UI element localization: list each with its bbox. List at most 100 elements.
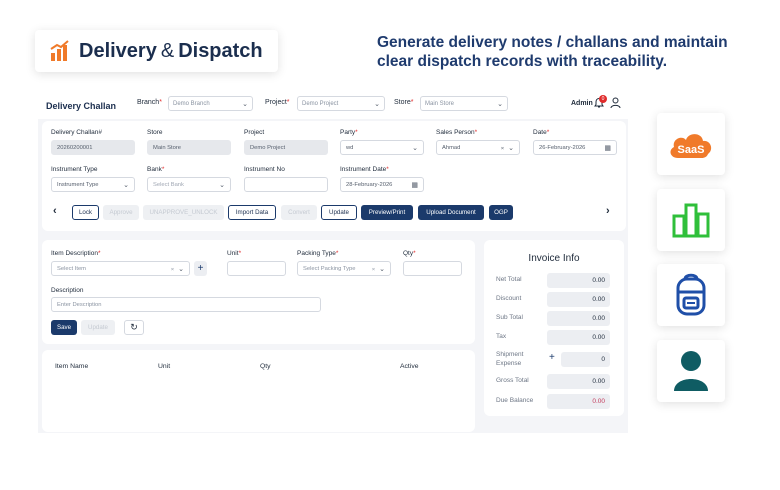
- backpack-card: [657, 264, 725, 326]
- form-store-field: Main Store: [147, 140, 231, 155]
- gross-total-label: Gross Total: [496, 377, 529, 384]
- form-project-field: Demo Project: [244, 140, 328, 155]
- import-data-button[interactable]: Import Data: [228, 205, 276, 220]
- tagline-line-2: clear dispatch records with traceability…: [377, 53, 668, 70]
- user-card: [657, 340, 725, 402]
- scroll-right-icon[interactable]: ›: [606, 205, 610, 217]
- chart-logo-icon: [50, 40, 69, 61]
- ogp-button[interactable]: OGP: [489, 205, 513, 220]
- person-icon: [674, 351, 708, 391]
- hero-tagline: Generate delivery notes / challans and m…: [377, 33, 757, 71]
- tax-label: Tax: [496, 333, 507, 340]
- qty-label: Qty*: [403, 250, 416, 257]
- saas-cloud-icon: SaaS: [670, 134, 712, 158]
- hero-title-card: Delivery & Dispatch: [35, 30, 278, 72]
- project-label: Project*: [265, 99, 290, 106]
- due-balance-label: Due Balance: [496, 397, 534, 404]
- chevron-down-icon: ⌄: [178, 265, 184, 273]
- backpack-icon: [676, 273, 706, 316]
- instrument-date-label: Instrument Date*: [340, 166, 389, 173]
- tagline-line-1: Generate delivery notes / challans and m…: [377, 34, 728, 51]
- user-icon[interactable]: [610, 97, 621, 109]
- convert-button[interactable]: Convert: [281, 205, 317, 220]
- store-select[interactable]: Main Store ⌄: [420, 96, 508, 111]
- packing-type-label: Packing Type*: [297, 250, 339, 257]
- shipment-expense-label: Shipment Expense: [496, 351, 524, 367]
- upload-document-button[interactable]: Upload Document: [418, 205, 484, 220]
- unit-input[interactable]: [227, 261, 286, 276]
- chevron-down-icon: ⌄: [374, 100, 380, 108]
- date-label: Date*: [533, 129, 550, 136]
- discount-label: Discount: [496, 295, 522, 302]
- column-header-qty: Qty: [260, 363, 271, 370]
- form-project-label: Project: [244, 129, 265, 136]
- chevron-down-icon: ⌄: [219, 181, 225, 189]
- party-select[interactable]: wd ⌄: [340, 140, 424, 155]
- gross-total-value: 0.00: [547, 374, 610, 389]
- instrument-no-input[interactable]: [244, 177, 328, 192]
- challan-no-field: 20260200001: [51, 140, 135, 155]
- chevron-down-icon: ⌄: [242, 100, 248, 108]
- challan-no-label: Delivery Challan#: [51, 129, 102, 136]
- unapprove-button[interactable]: UNAPPROVE_UNLOCK: [143, 205, 224, 220]
- hero-title-main: Delivery: [79, 39, 157, 62]
- sales-person-select[interactable]: Ahmad × ⌄: [436, 140, 520, 155]
- instrument-type-label: Instrument Type: [51, 166, 98, 173]
- clear-icon[interactable]: ×: [372, 267, 375, 273]
- lock-button[interactable]: Lock: [72, 205, 99, 220]
- instrument-no-label: Instrument No: [244, 166, 285, 173]
- save-button[interactable]: Save: [51, 320, 77, 335]
- bank-select[interactable]: Select Bank ⌄: [147, 177, 231, 192]
- column-header-item: Item Name: [55, 363, 89, 370]
- branch-select[interactable]: Demo Branch ⌄: [168, 96, 253, 111]
- invoice-info-card: [484, 240, 624, 416]
- page-title: Delivery Challan: [46, 101, 117, 111]
- approve-button[interactable]: Approve: [103, 205, 139, 220]
- description-label: Description: [51, 287, 84, 294]
- instrument-date-field[interactable]: 28-February-2026 ▦: [340, 177, 424, 192]
- discount-value: 0.00: [547, 292, 610, 307]
- shipment-expense-value[interactable]: 0: [561, 352, 610, 367]
- hero-title-end: Dispatch: [178, 39, 263, 62]
- qty-input[interactable]: [403, 261, 462, 276]
- instrument-type-select[interactable]: Instrument Type ⌄: [51, 177, 135, 192]
- analytics-card: [657, 189, 725, 251]
- chevron-down-icon: ⌄: [123, 181, 129, 189]
- sub-total-label: Sub Total: [496, 314, 523, 321]
- clear-icon[interactable]: ×: [501, 146, 504, 152]
- branch-label: Branch*: [137, 99, 162, 106]
- user-name[interactable]: Admin: [571, 100, 593, 107]
- bar-chart-icon: [672, 203, 710, 238]
- add-item-icon[interactable]: +: [194, 261, 207, 276]
- saas-card: SaaS: [657, 113, 725, 175]
- calendar-icon[interactable]: ▦: [411, 181, 418, 189]
- form-store-label: Store: [147, 129, 163, 136]
- date-field[interactable]: 26-February-2026 ▦: [533, 140, 617, 155]
- add-shipment-icon[interactable]: +: [549, 352, 555, 363]
- packing-type-select[interactable]: Select Packing Type × ⌄: [297, 261, 391, 276]
- sales-person-label: Sales Person*: [436, 129, 478, 136]
- sub-total-value: 0.00: [547, 311, 610, 326]
- chevron-down-icon: ⌄: [379, 265, 385, 273]
- clear-icon[interactable]: ×: [171, 267, 174, 273]
- item-description-label: Item Description*: [51, 250, 101, 257]
- scroll-left-icon[interactable]: ‹: [53, 205, 57, 217]
- party-label: Party*: [340, 129, 358, 136]
- column-header-unit: Unit: [158, 363, 171, 370]
- preview-print-button[interactable]: Preview/Print: [361, 205, 413, 220]
- item-update-button[interactable]: Update: [81, 320, 115, 335]
- due-balance-value: 0.00: [547, 394, 610, 409]
- chevron-down-icon: ⌄: [497, 100, 503, 108]
- invoice-info-title: Invoice Info: [528, 253, 580, 264]
- calendar-icon[interactable]: ▦: [604, 144, 611, 152]
- refresh-icon[interactable]: ↻: [124, 320, 144, 335]
- store-label: Store*: [394, 99, 414, 106]
- chevron-down-icon: ⌄: [508, 144, 514, 152]
- project-select[interactable]: Demo Project ⌄: [297, 96, 385, 111]
- net-total-label: Net Total: [496, 276, 522, 283]
- tax-value: 0.00: [547, 330, 610, 345]
- item-select[interactable]: Select Item × ⌄: [51, 261, 190, 276]
- description-input[interactable]: Enter Description: [51, 297, 321, 312]
- update-button[interactable]: Update: [321, 205, 357, 220]
- unit-label: Unit*: [227, 250, 242, 257]
